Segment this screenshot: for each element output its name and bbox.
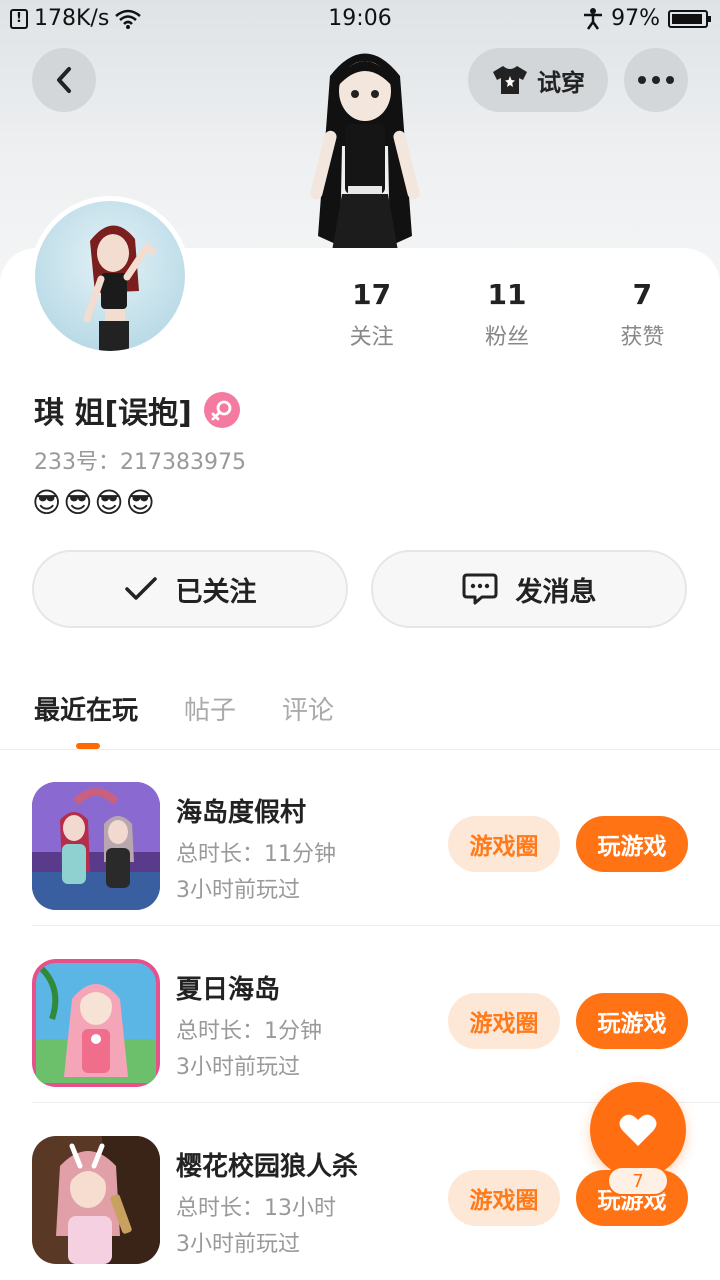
fans-label: 粉丝 <box>484 325 529 350</box>
tab-posts[interactable]: 帖子 <box>184 690 236 727</box>
battery-icon <box>668 9 711 28</box>
back-button[interactable] <box>32 48 96 112</box>
game-cover-image <box>32 782 160 910</box>
female-gender-icon <box>203 392 240 428</box>
list-separator <box>32 925 720 926</box>
followed-button[interactable]: 已关注 <box>32 550 348 628</box>
game-thumbnail[interactable] <box>32 1136 160 1264</box>
like-button[interactable] <box>590 1082 686 1178</box>
accessibility-icon <box>584 7 603 30</box>
list-item[interactable]: 夏日海岛 总时长：1分钟 3小时前玩过 游戏圈 玩游戏 <box>32 927 720 1103</box>
game-cover-image <box>32 959 160 1087</box>
followed-label: 已关注 <box>175 576 257 608</box>
checkmark-icon <box>124 577 157 600</box>
like-count-badge: 7 <box>607 1166 669 1196</box>
more-button[interactable] <box>624 48 688 112</box>
more-horizontal-icon <box>638 76 674 84</box>
fans-count: 11 <box>487 278 527 311</box>
game-last-played: 3小时前玩过 <box>176 1055 300 1080</box>
game-last-played: 3小时前玩过 <box>176 878 300 903</box>
game-title: 夏日海岛 <box>176 975 281 1005</box>
play-game-button[interactable]: 玩游戏 <box>576 816 688 872</box>
send-message-button[interactable]: 发消息 <box>371 550 687 628</box>
following-stat[interactable]: 17 关注 <box>304 278 439 351</box>
profile-stats: 17 关注 11 粉丝 7 获赞 <box>304 278 710 351</box>
game-circle-button[interactable]: 游戏圈 <box>448 1170 560 1226</box>
game-title: 樱花校园狼人杀 <box>176 1152 359 1182</box>
avatar[interactable] <box>30 196 190 356</box>
status-bar: ! 178K/s 19:06 97% <box>0 0 720 40</box>
profile-tabs: 最近在玩 帖子 评论 <box>34 690 334 727</box>
user-bio: 😎 😎 😎 😎 <box>32 486 155 519</box>
bio-emoji: 😎 <box>32 486 62 519</box>
game-thumbnail[interactable] <box>32 782 160 910</box>
fans-stat[interactable]: 11 粉丝 <box>439 278 574 351</box>
likes-count: 7 <box>632 278 653 311</box>
game-thumbnail[interactable] <box>32 959 160 1087</box>
user-name: 琪 姐[误抱] <box>34 396 192 431</box>
name-row: 琪 姐[误抱] <box>34 388 240 432</box>
game-duration: 总时长：11分钟 <box>176 842 336 867</box>
tab-recently-played[interactable]: 最近在玩 <box>34 690 138 727</box>
game-duration: 总时长：13小时 <box>176 1196 336 1221</box>
chevron-left-icon <box>57 67 71 93</box>
tab-comments[interactable]: 评论 <box>282 690 334 727</box>
heart-icon <box>619 1114 657 1146</box>
try-on-label: 试穿 <box>537 68 585 97</box>
game-duration: 总时长：1分钟 <box>176 1019 322 1044</box>
play-game-button[interactable]: 玩游戏 <box>576 993 688 1049</box>
tshirt-icon <box>493 66 527 94</box>
bio-emoji: 😎 <box>94 486 124 519</box>
user-id: 233号：217383975 <box>34 450 246 475</box>
send-message-label: 发消息 <box>515 576 597 608</box>
game-circle-button[interactable]: 游戏圈 <box>448 993 560 1049</box>
following-count: 17 <box>352 278 392 311</box>
chat-bubble-icon <box>462 573 497 605</box>
game-cover-image <box>32 1136 160 1264</box>
avatar-character-image <box>83 225 157 351</box>
bio-emoji: 😎 <box>63 486 93 519</box>
game-last-played: 3小时前玩过 <box>176 1232 300 1257</box>
battery-percent: 97% <box>611 6 660 31</box>
game-title: 海岛度假村 <box>176 798 307 828</box>
following-label: 关注 <box>349 325 394 350</box>
game-circle-button[interactable]: 游戏圈 <box>448 816 560 872</box>
try-on-button[interactable]: 试穿 <box>468 48 608 112</box>
character-figure <box>310 53 420 251</box>
list-item[interactable]: 海岛度假村 总时长：11分钟 3小时前玩过 游戏圈 玩游戏 <box>32 750 720 926</box>
likes-stat[interactable]: 7 获赞 <box>575 278 710 351</box>
bio-emoji: 😎 <box>125 486 155 519</box>
likes-label: 获赞 <box>620 325 665 350</box>
